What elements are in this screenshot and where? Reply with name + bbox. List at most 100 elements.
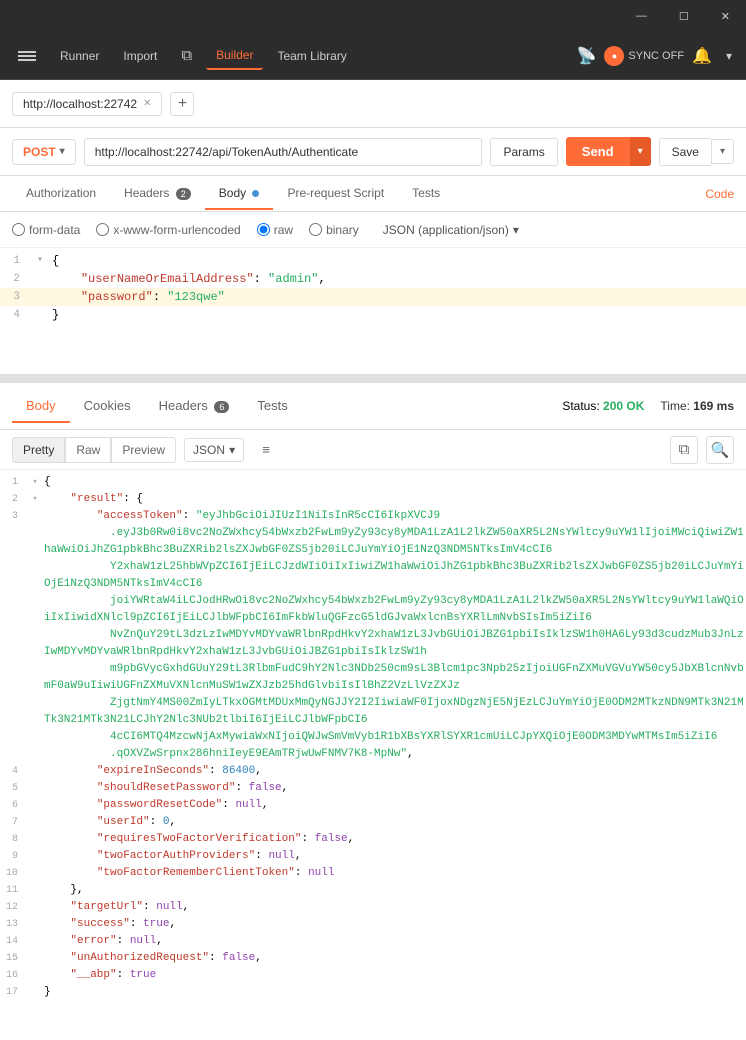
sync-label: SYNC OFF xyxy=(628,50,684,62)
save-group: Save ▾ xyxy=(659,138,734,166)
nav-chevron-icon[interactable]: ▾ xyxy=(720,45,738,67)
search-button[interactable]: 🔍 xyxy=(706,436,734,464)
raw-tab[interactable]: Raw xyxy=(65,437,111,463)
method-dropdown[interactable]: POST ▾ xyxy=(12,139,76,165)
save-dropdown-button[interactable]: ▾ xyxy=(711,139,734,164)
url-input[interactable] xyxy=(84,138,483,166)
resp-line: 11 }, xyxy=(0,882,746,899)
response-status: Status: 200 OK Time: 169 ms xyxy=(562,399,734,413)
tab-close-button[interactable]: ✕ xyxy=(143,98,151,109)
tab-headers[interactable]: Headers 2 xyxy=(110,178,205,210)
resp-tab-cookies[interactable]: Cookies xyxy=(70,390,145,423)
close-button[interactable]: ✕ xyxy=(713,6,738,27)
import-button[interactable]: Import xyxy=(113,43,167,69)
save-button[interactable]: Save xyxy=(659,138,711,166)
title-bar: — ☐ ✕ xyxy=(0,0,746,32)
json-dropdown-icon: ▾ xyxy=(229,443,235,457)
tab-body[interactable]: Body xyxy=(205,178,274,210)
resp-line: 8 "requiresTwoFactorVerification": false… xyxy=(0,831,746,848)
tab-url: http://localhost:22742 xyxy=(23,97,137,111)
code-line: 2 "userNameOrEmailAddress": "admin", xyxy=(0,270,746,288)
pretty-tab[interactable]: Pretty xyxy=(12,437,65,463)
resp-line: 9 "twoFactorAuthProviders": null, xyxy=(0,848,746,865)
response-icons: ⧉ 🔍 xyxy=(670,436,734,464)
search-icon: 🔍 xyxy=(711,441,730,459)
resp-line: 10 "twoFactorRememberClientToken": null xyxy=(0,865,746,882)
request-body-editor[interactable]: 1 ▾ { 2 "userNameOrEmailAddress": "admin… xyxy=(0,248,746,378)
resp-line-access-token: 3 "accessToken": "eyJhbGciOiJIUzI1NiIsIn… xyxy=(0,508,746,763)
sidebar-icon xyxy=(18,51,36,61)
json-format-dropdown[interactable]: JSON ▾ xyxy=(184,438,244,462)
preview-tab[interactable]: Preview xyxy=(111,437,176,463)
status-ok-badge: 200 OK xyxy=(603,399,644,413)
form-data-option[interactable]: form-data xyxy=(12,223,80,237)
filter-button[interactable]: ≡ xyxy=(252,436,280,464)
bell-icon[interactable]: 🔔 xyxy=(692,46,712,66)
send-group: Send ▾ xyxy=(566,137,651,166)
resp-line: 13 "success": true, xyxy=(0,916,746,933)
response-code-content: 1 ▾ { 2 ▾ "result": { 3 "accessToken": "… xyxy=(0,470,746,1005)
new-window-button[interactable]: ⧉ xyxy=(171,41,202,70)
runner-button[interactable]: Runner xyxy=(50,43,109,69)
response-tabs-bar: Body Cookies Headers 6 Tests Status: 200… xyxy=(0,382,746,430)
code-line-highlight: 3 "password": "123qwe" xyxy=(0,288,746,306)
format-tabs: Pretty Raw Preview xyxy=(12,437,176,463)
body-dot xyxy=(252,190,259,197)
headers-badge: 2 xyxy=(176,188,191,200)
send-button[interactable]: Send xyxy=(566,137,630,166)
send-chevron-button[interactable]: ▾ xyxy=(630,137,651,166)
tab-tests[interactable]: Tests xyxy=(398,178,454,210)
resp-line: 5 "shouldResetPassword": false, xyxy=(0,780,746,797)
resp-line: 7 "userId": 0, xyxy=(0,814,746,831)
top-nav: Runner Import ⧉ Builder Team Library 📡 ●… xyxy=(0,32,746,80)
sidebar-toggle-button[interactable] xyxy=(8,45,46,67)
json-format-select[interactable]: JSON (application/json) ▾ xyxy=(383,223,519,237)
sync-circle: ● xyxy=(604,46,624,66)
code-link[interactable]: Code xyxy=(705,187,734,201)
method-label: POST xyxy=(23,145,56,159)
code-line: 1 ▾ { xyxy=(0,252,746,270)
resp-line: 1 ▾ { xyxy=(0,474,746,491)
maximize-button[interactable]: ☐ xyxy=(671,6,697,27)
request-code-content: 1 ▾ { 2 "userNameOrEmailAddress": "admin… xyxy=(0,248,746,374)
filter-icon: ≡ xyxy=(262,442,270,457)
raw-option[interactable]: raw xyxy=(257,223,293,237)
copy-icon: ⧉ xyxy=(679,441,690,458)
resp-line: 12 "targetUrl": null, xyxy=(0,899,746,916)
params-button[interactable]: Params xyxy=(490,138,557,166)
tab-pre-request[interactable]: Pre-request Script xyxy=(273,178,398,210)
request-bar: POST ▾ Params Send ▾ Save ▾ xyxy=(0,128,746,176)
builder-button[interactable]: Builder xyxy=(206,42,263,70)
resp-line: 15 "unAuthorizedRequest": false, xyxy=(0,950,746,967)
resp-tab-tests[interactable]: Tests xyxy=(243,390,301,423)
resp-tab-body[interactable]: Body xyxy=(12,390,70,423)
resp-line: 4 "expireInSeconds": 86400, xyxy=(0,763,746,780)
resp-line: 17 } xyxy=(0,984,746,1001)
add-tab-button[interactable]: + xyxy=(170,92,194,116)
resp-tab-headers[interactable]: Headers 6 xyxy=(145,390,244,423)
resp-line: 2 ▾ "result": { xyxy=(0,491,746,508)
resp-line: 14 "error": null, xyxy=(0,933,746,950)
code-line: 4 } xyxy=(0,306,746,324)
resp-line: 6 "passwordResetCode": null, xyxy=(0,797,746,814)
tab-authorization[interactable]: Authorization xyxy=(12,178,110,210)
method-chevron-icon: ▾ xyxy=(60,146,65,157)
resp-line: 16 "__abp": true xyxy=(0,967,746,984)
response-body: 1 ▾ { 2 ▾ "result": { 3 "accessToken": "… xyxy=(0,470,746,1040)
nav-right: 📡 ● SYNC OFF 🔔 ▾ xyxy=(577,45,739,67)
resp-headers-badge: 6 xyxy=(214,401,229,413)
satellite-icon: 📡 xyxy=(577,46,597,66)
sync-icon: ● xyxy=(612,51,617,61)
team-library-button[interactable]: Team Library xyxy=(267,43,356,69)
binary-option[interactable]: binary xyxy=(309,223,359,237)
minimize-button[interactable]: — xyxy=(628,6,655,26)
response-toolbar: Pretty Raw Preview JSON ▾ ≡ ⧉ 🔍 xyxy=(0,430,746,470)
request-tabs: Authorization Headers 2 Body Pre-request… xyxy=(0,176,746,212)
sync-status: ● SYNC OFF xyxy=(604,46,684,66)
copy-button[interactable]: ⧉ xyxy=(670,436,698,464)
urlencoded-option[interactable]: x-www-form-urlencoded xyxy=(96,223,240,237)
url-tab-bar: http://localhost:22742 ✕ + xyxy=(0,80,746,128)
response-time: 169 ms xyxy=(693,399,734,413)
request-tab[interactable]: http://localhost:22742 ✕ xyxy=(12,92,162,116)
body-options: form-data x-www-form-urlencoded raw bina… xyxy=(0,212,746,248)
